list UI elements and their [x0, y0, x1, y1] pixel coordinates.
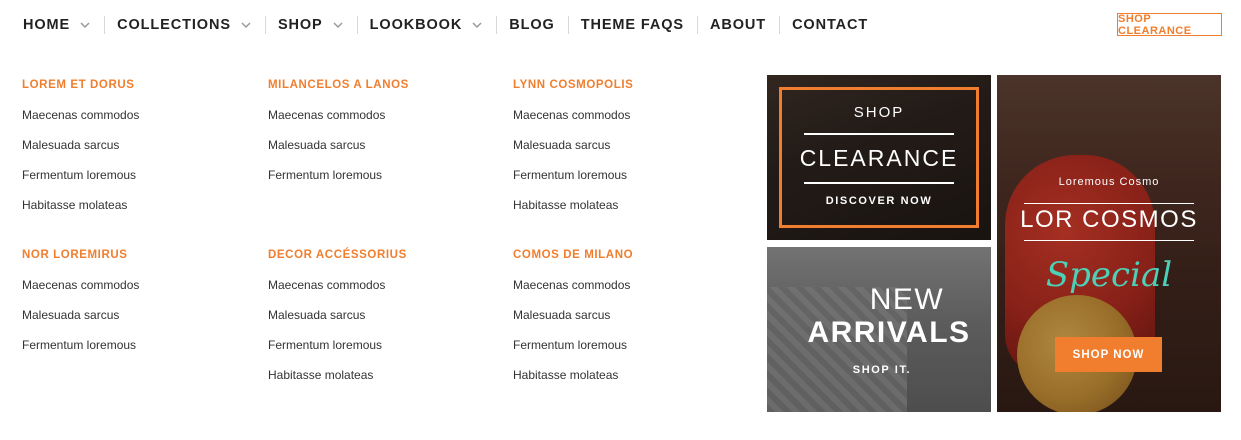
nav-item-label: SHOP: [277, 17, 323, 33]
nav-item-label: CONTACT: [792, 17, 869, 33]
menu-link[interactable]: Fermentum loremous: [513, 330, 743, 360]
promo-new-cta[interactable]: SHOP IT.: [807, 364, 957, 376]
nav-item-label: COLLECTIONS: [117, 17, 231, 33]
nav-item-blog[interactable]: BLOG: [496, 14, 568, 36]
menu-link[interactable]: Maecenas commodos: [268, 270, 498, 300]
menu-heading[interactable]: NOR LOREMIRUS: [22, 245, 252, 265]
promo-new-arrivals[interactable]: NEW ARRIVALS SHOP IT.: [767, 247, 991, 412]
divider: [1024, 203, 1194, 204]
menu-link[interactable]: Malesuada sarcus: [513, 130, 743, 160]
nav-item-label: LOOKBOOK: [369, 17, 463, 33]
nav-item-lookbook[interactable]: LOOKBOOK: [356, 14, 497, 36]
nav-items: HOME COLLECTIONS SHOP LOOKBOOK BLOG THEME FAQ…: [10, 14, 881, 36]
menu-link[interactable]: Maecenas commodos: [513, 270, 743, 300]
menu-link-list: Maecenas commodos Malesuada sarcus Ferment…: [513, 270, 743, 390]
chevron-down-icon: [332, 19, 344, 31]
nav-item-collections[interactable]: COLLECTIONS: [104, 14, 265, 36]
chevron-down-icon: [240, 19, 252, 31]
menu-link[interactable]: Habitasse molateas: [513, 190, 743, 220]
nav-item-theme-faqs[interactable]: THEME FAQS: [567, 14, 697, 36]
menu-column: DECOR ACCÉSSORIUS Maecenas commodos Malesu…: [268, 245, 498, 390]
menu-link[interactable]: Malesuada sarcus: [513, 300, 743, 330]
promo-clearance-title: CLEARANCE: [799, 145, 959, 171]
menu-link[interactable]: Fermentum loremous: [22, 160, 252, 190]
menu-link[interactable]: Maecenas commodos: [513, 100, 743, 130]
promo-clearance[interactable]: SHOP CLEARANCE DISCOVER NOW: [767, 75, 991, 240]
menu-link[interactable]: Malesuada sarcus: [268, 300, 498, 330]
promo-cosmos-title: LOR COSMOS: [1020, 206, 1198, 233]
menu-link[interactable]: Fermentum loremous: [22, 330, 252, 360]
menu-column: COMOS DE MILANO Maecenas commodos Malesuad…: [513, 245, 743, 390]
nav-item-shop[interactable]: SHOP: [264, 14, 357, 36]
menu-link[interactable]: Habitasse molateas: [268, 360, 498, 390]
menu-column: MILANCELOS A LANOS Maecenas commodos Males…: [268, 75, 498, 190]
divider: [1024, 240, 1194, 241]
chevron-down-icon: [471, 19, 483, 31]
menu-column: NOR LOREMIRUS Maecenas commodos Malesuada …: [22, 245, 252, 360]
menu-heading[interactable]: COMOS DE MILANO: [513, 245, 743, 265]
main-navigation: HOME COLLECTIONS SHOP LOOKBOOK BLOG THEME FAQ…: [0, 0, 1241, 50]
menu-column: LYNN COSMOPOLIS Maecenas commodos Malesuad…: [513, 75, 743, 220]
shop-clearance-button[interactable]: SHOP CLEARANCE: [1117, 13, 1222, 37]
divider: [804, 182, 954, 184]
menu-column: LOREM ET DORUS Maecenas commodos Malesuada…: [22, 75, 252, 220]
shop-now-button[interactable]: SHOP NOW: [1055, 337, 1162, 372]
menu-link[interactable]: Maecenas commodos: [268, 100, 498, 130]
promo-cosmos-subtitle: Loremous Cosmo: [1058, 176, 1160, 188]
menu-link-list: Maecenas commodos Malesuada sarcus Ferment…: [268, 100, 498, 190]
menu-link[interactable]: Malesuada sarcus: [268, 130, 498, 160]
menu-link[interactable]: Habitasse molateas: [22, 190, 252, 220]
divider: [804, 133, 954, 135]
promo-cosmos-script: Special: [1045, 255, 1173, 295]
menu-link-list: Maecenas commodos Malesuada sarcus Ferment…: [22, 100, 252, 220]
nav-item-home[interactable]: HOME: [10, 14, 104, 36]
promo-cosmos[interactable]: Loremous Cosmo LOR COSMOS Special SHOP N…: [997, 75, 1221, 412]
menu-link[interactable]: Malesuada sarcus: [22, 300, 252, 330]
menu-link[interactable]: Fermentum loremous: [268, 330, 498, 360]
menu-link[interactable]: Habitasse molateas: [513, 360, 743, 390]
menu-heading[interactable]: LOREM ET DORUS: [22, 75, 252, 95]
menu-link-list: Maecenas commodos Malesuada sarcus Ferment…: [22, 270, 252, 360]
promo-new-line1: NEW: [869, 283, 945, 316]
menu-link[interactable]: Fermentum loremous: [513, 160, 743, 190]
nav-item-label: ABOUT: [710, 17, 767, 33]
menu-heading[interactable]: MILANCELOS A LANOS: [268, 75, 498, 95]
menu-link[interactable]: Maecenas commodos: [22, 100, 252, 130]
menu-link[interactable]: Fermentum loremous: [268, 160, 498, 190]
nav-item-label: THEME FAQS: [580, 17, 684, 33]
nav-item-contact[interactable]: CONTACT: [779, 14, 881, 36]
menu-heading[interactable]: DECOR ACCÉSSORIUS: [268, 245, 498, 265]
nav-item-label: BLOG: [509, 17, 555, 33]
promo-clearance-cta[interactable]: DISCOVER NOW: [767, 195, 991, 207]
menu-link[interactable]: Malesuada sarcus: [22, 130, 252, 160]
promo-clearance-top: SHOP: [853, 104, 905, 121]
nav-item-label: HOME: [23, 17, 71, 33]
chevron-down-icon: [79, 19, 91, 31]
menu-heading[interactable]: LYNN COSMOPOLIS: [513, 75, 743, 95]
menu-link[interactable]: Maecenas commodos: [22, 270, 252, 300]
menu-link-list: Maecenas commodos Malesuada sarcus Ferment…: [513, 100, 743, 220]
nav-item-about[interactable]: ABOUT: [697, 14, 779, 36]
menu-link-list: Maecenas commodos Malesuada sarcus Ferment…: [268, 270, 498, 390]
promo-new-line2: ARRIVALS: [807, 316, 971, 349]
